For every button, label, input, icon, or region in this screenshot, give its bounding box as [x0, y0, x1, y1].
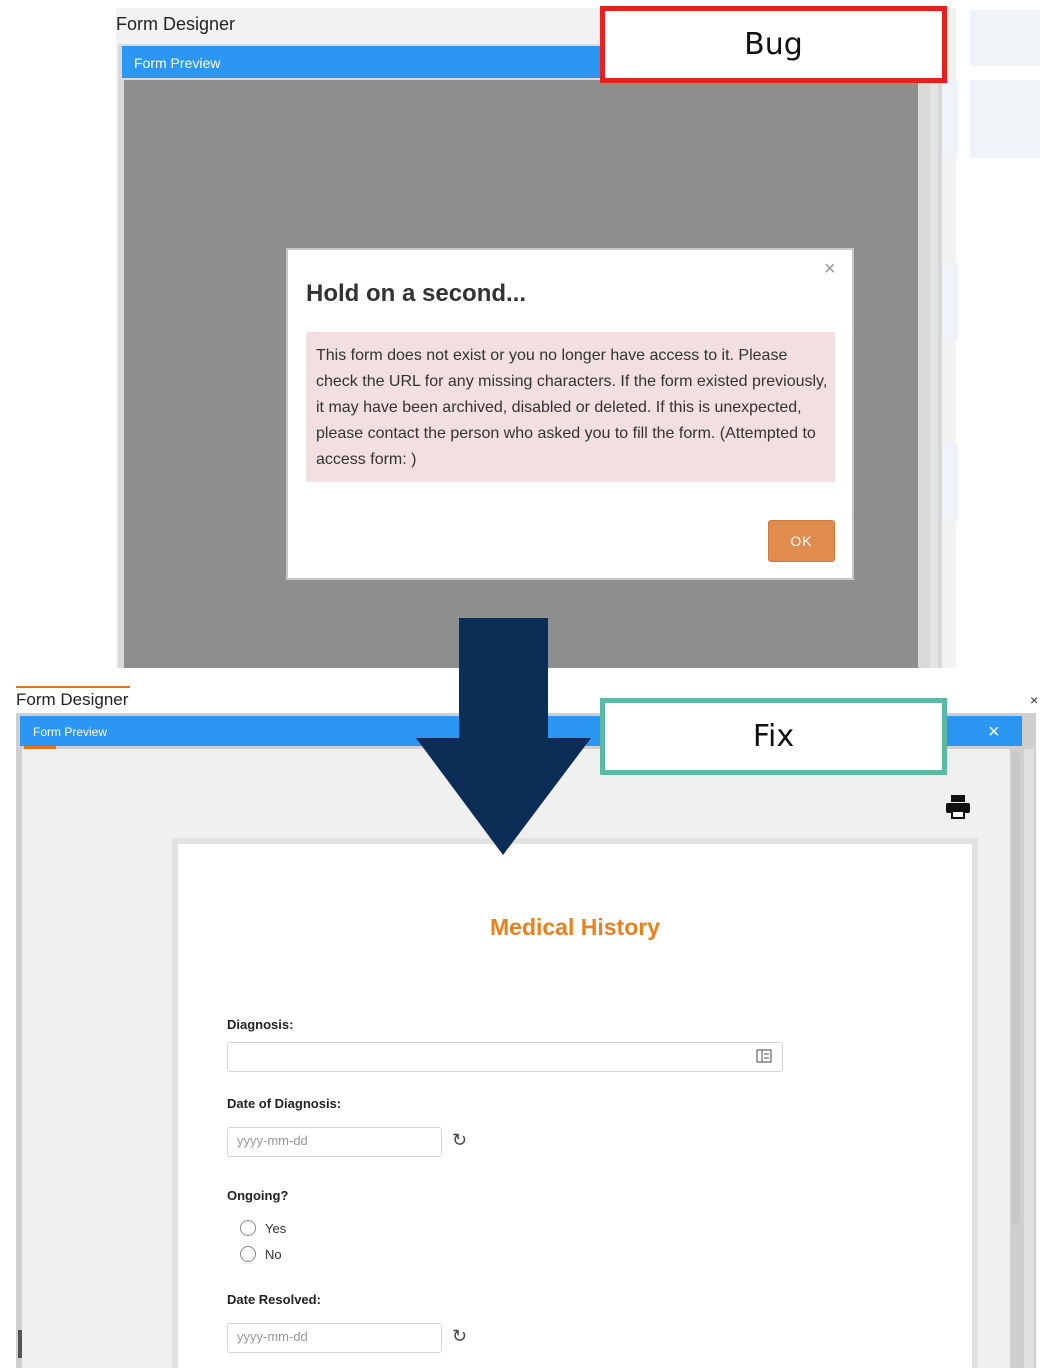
close-icon[interactable]: × [824, 258, 836, 281]
background-tile [942, 262, 958, 340]
preview-window-title: Form Preview [33, 725, 108, 739]
diagnosis-input[interactable] [227, 1042, 783, 1072]
diagnosis-label: Diagnosis: [227, 1017, 294, 1032]
scrollbar[interactable] [1024, 749, 1034, 1368]
background-tile [970, 10, 1040, 66]
date-of-diagnosis-input[interactable]: yyyy-mm-dd [227, 1127, 442, 1157]
background-tile [942, 80, 958, 158]
modal-heading: Hold on a second... [306, 280, 527, 307]
app-title: Form Designer [116, 14, 236, 34]
divider [18, 1330, 22, 1358]
date-of-diagnosis-label: Date of Diagnosis: [227, 1096, 342, 1111]
down-arrow-icon [416, 618, 591, 855]
form-title: Medical History [490, 914, 660, 940]
date-resolved-input[interactable]: yyyy-mm-dd [227, 1323, 442, 1353]
error-message: This form does not exist or you no longe… [316, 347, 828, 468]
scrollbar-thumb[interactable] [1012, 752, 1020, 1226]
radio-yes[interactable] [240, 1220, 256, 1236]
list-picker-icon[interactable] [756, 1049, 772, 1063]
printer-icon[interactable] [944, 793, 972, 821]
radio-no[interactable] [240, 1246, 256, 1262]
scrollbar[interactable] [930, 80, 938, 668]
close-icon[interactable]: × [1030, 692, 1038, 708]
app-title: Form Designer [16, 690, 129, 709]
tab-accent [16, 686, 130, 688]
refresh-icon[interactable]: ↻ [452, 1326, 467, 1347]
radio-no-label: No [265, 1247, 282, 1262]
date-resolved-label: Date Resolved: [227, 1292, 321, 1307]
background-tile [970, 80, 1040, 158]
fix-annotation-label: Fix [600, 698, 947, 775]
radio-yes-label: Yes [265, 1221, 287, 1236]
preview-window-title: Form Preview [134, 55, 221, 71]
bug-annotation-label: Bug [600, 6, 947, 83]
background-tile [942, 444, 958, 522]
ongoing-label: Ongoing? [227, 1188, 289, 1203]
refresh-icon[interactable]: ↻ [452, 1130, 467, 1151]
ok-button[interactable]: OK [768, 520, 835, 562]
close-icon[interactable]: × [988, 720, 1000, 744]
